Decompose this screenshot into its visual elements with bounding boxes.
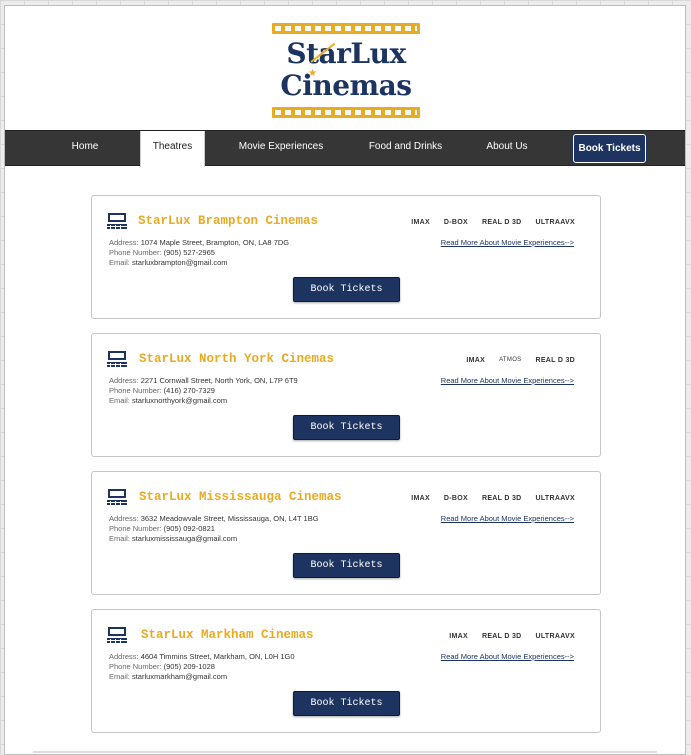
atmos-logo: ATMOS	[499, 357, 522, 363]
film-strip-top	[272, 23, 420, 34]
logo-line-1: StarLux	[286, 37, 406, 70]
reald3d-logo: REAL D 3D	[535, 356, 575, 364]
imax-logo: IMAX	[449, 632, 468, 640]
theatre-name: StarLux North York Cinemas	[139, 352, 335, 366]
read-more-link[interactable]: Read More About Movie Experiences-->	[441, 514, 574, 523]
theatre-name: StarLux Markham Cinemas	[141, 628, 314, 642]
theatre-phone: (905) 527-2965	[163, 248, 215, 257]
starlux-logo[interactable]: StarLux ★ Cinemas	[272, 23, 420, 118]
theatre-email: starluxnorthyork@gmail.com	[131, 396, 228, 405]
theatre-icon	[107, 627, 127, 643]
theatre-email: starluxmarkham@gmail.com	[131, 672, 228, 681]
theatre-icon	[107, 489, 127, 505]
theatre-name: StarLux Mississauga Cinemas	[139, 490, 342, 504]
theatre-info: Address: 3632 Meadowvale Street, Mississ…	[109, 514, 319, 543]
nav-book-tickets-button[interactable]: Book Tickets	[573, 134, 646, 163]
format-badges: IMAX D-BOX REAL D 3D ULTRAAVX	[411, 216, 575, 228]
theatre-address: 4604 Timmins Street, Markham, ON, L0H 1G…	[140, 652, 295, 661]
format-badges: IMAX REAL D 3D ULTRAAVX	[449, 630, 575, 642]
header: StarLux ★ Cinemas	[5, 6, 685, 130]
read-more-link[interactable]: Read More About Movie Experiences-->	[441, 376, 574, 385]
theatre-card-mississauga: StarLux Mississauga Cinemas IMAX D-BOX R…	[91, 471, 601, 595]
theatre-info: Address: 4604 Timmins Street, Markham, O…	[109, 652, 295, 681]
nav-home[interactable]: Home	[50, 131, 120, 165]
format-badges: IMAX ATMOS REAL D 3D	[466, 354, 575, 366]
reald3d-logo: REAL D 3D	[481, 632, 522, 640]
nav-about-us[interactable]: About Us	[471, 131, 543, 165]
format-badges: IMAX D-BOX REAL D 3D ULTRAAVX	[411, 492, 575, 504]
reald3d-logo: REAL D 3D	[481, 494, 522, 502]
theatre-icon	[107, 351, 127, 367]
dbox-logo: D-BOX	[443, 494, 468, 502]
theatre-card-brampton: StarLux Brampton Cinemas IMAX D-BOX REAL…	[91, 195, 601, 319]
read-more-link[interactable]: Read More About Movie Experiences-->	[441, 652, 574, 661]
film-strip-bottom	[272, 107, 420, 118]
ultraavx-logo: ULTRAAVX	[535, 218, 575, 226]
logo-line-2: Cinemas	[280, 69, 412, 102]
theatre-card-markham: StarLux Markham Cinemas IMAX REAL D 3D U…	[91, 609, 601, 733]
theatre-info: Address: 2271 Cornwall Street, North Yor…	[109, 376, 298, 405]
footer-divider	[33, 751, 657, 753]
book-tickets-button[interactable]: Book Tickets	[293, 553, 400, 578]
book-tickets-button[interactable]: Book Tickets	[293, 277, 400, 302]
dbox-logo: D-BOX	[443, 218, 468, 226]
theatre-address: 2271 Cornwall Street, North York, ON, L7…	[140, 376, 298, 385]
theatre-address: 3632 Meadowvale Street, Mississauga, ON,…	[140, 514, 319, 523]
book-tickets-button[interactable]: Book Tickets	[293, 691, 400, 716]
book-tickets-button[interactable]: Book Tickets	[293, 415, 400, 440]
nav-movie-experiences[interactable]: Movie Experiences	[225, 131, 337, 165]
page: StarLux ★ Cinemas Home Theatres Movie Ex…	[4, 5, 686, 755]
theatre-icon	[107, 213, 127, 229]
theatre-name: StarLux Brampton Cinemas	[138, 214, 319, 228]
theatre-phone: (905) 092-0821	[163, 524, 215, 533]
reald3d-logo: REAL D 3D	[481, 218, 522, 226]
theatre-phone: (905) 209-1028	[163, 662, 215, 671]
read-more-link[interactable]: Read More About Movie Experiences-->	[441, 238, 574, 247]
imax-logo: IMAX	[411, 494, 430, 502]
ultraavx-logo: ULTRAAVX	[535, 494, 575, 502]
theatre-card-north-york: StarLux North York Cinemas IMAX ATMOS RE…	[91, 333, 601, 457]
theatre-email: starluxbrampton@gmail.com	[131, 258, 228, 267]
ultraavx-logo: ULTRAAVX	[535, 632, 575, 640]
main-navbar: Home Theatres Movie Experiences Food and…	[5, 130, 685, 167]
theatre-address: 1074 Maple Street, Brampton, ON, LA8 7DG	[140, 238, 290, 247]
theatre-info: Address: 1074 Maple Street, Brampton, ON…	[109, 238, 290, 267]
theatre-email: starluxmississauga@gmail.com	[131, 534, 238, 543]
theatre-phone: (416) 270-7329	[163, 386, 215, 395]
imax-logo: IMAX	[411, 218, 430, 226]
nav-food-and-drinks[interactable]: Food and Drinks	[353, 131, 458, 165]
imax-logo: IMAX	[466, 356, 486, 364]
nav-theatres[interactable]: Theatres	[140, 131, 205, 167]
